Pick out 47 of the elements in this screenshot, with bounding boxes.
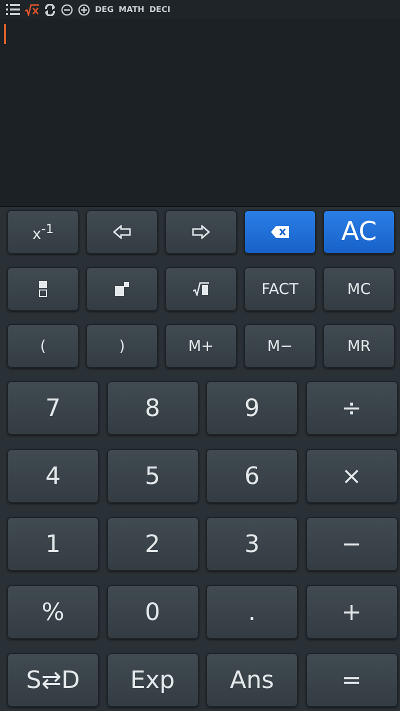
icon-key[interactable] bbox=[165, 267, 237, 311]
key-button[interactable]: ( bbox=[7, 324, 79, 368]
key-button[interactable]: × bbox=[306, 449, 398, 503]
icon-key[interactable] bbox=[244, 210, 316, 254]
key-button[interactable]: 7 bbox=[7, 381, 99, 435]
mode-label: DEG bbox=[95, 5, 114, 14]
square-root-icon bbox=[193, 282, 209, 296]
refresh-icon[interactable] bbox=[44, 4, 56, 16]
key-button[interactable]: MC bbox=[323, 267, 395, 311]
key-button[interactable]: x$^{-1}$ bbox=[7, 210, 79, 254]
plus-circle-icon[interactable] bbox=[78, 4, 90, 16]
key-button[interactable]: FACT bbox=[244, 267, 316, 311]
key-button[interactable]: 8 bbox=[106, 381, 198, 435]
key-button[interactable]: 9 bbox=[206, 381, 298, 435]
right-arrow-icon bbox=[192, 225, 210, 239]
key-button[interactable]: + bbox=[306, 585, 398, 639]
key-button[interactable]: % bbox=[7, 585, 99, 639]
left-arrow-icon bbox=[113, 225, 131, 239]
key-button[interactable]: ) bbox=[86, 324, 158, 368]
key-button[interactable]: M− bbox=[244, 324, 316, 368]
key-button[interactable]: M+ bbox=[165, 324, 237, 368]
square-icon bbox=[115, 282, 129, 296]
mode-label: DECI bbox=[149, 5, 170, 14]
minus-circle-icon[interactable] bbox=[61, 4, 73, 16]
key-button[interactable]: = bbox=[306, 653, 398, 707]
key-button[interactable]: AC bbox=[323, 210, 395, 254]
key-button[interactable]: MR bbox=[323, 324, 395, 368]
menu-icon[interactable] bbox=[6, 4, 20, 15]
key-button[interactable]: 2 bbox=[106, 517, 198, 571]
mode-label: MATH bbox=[118, 5, 144, 14]
key-button[interactable]: S⇄D bbox=[7, 653, 99, 707]
icon-key[interactable] bbox=[7, 267, 79, 311]
function-icon[interactable] bbox=[25, 4, 39, 16]
fraction-icon bbox=[39, 281, 47, 297]
key-button[interactable]: 6 bbox=[206, 449, 298, 503]
key-button[interactable]: ÷ bbox=[306, 381, 398, 435]
key-button[interactable]: 4 bbox=[7, 449, 99, 503]
key-button[interactable]: 3 bbox=[206, 517, 298, 571]
key-button[interactable]: . bbox=[206, 585, 298, 639]
key-button[interactable]: Ans bbox=[206, 653, 298, 707]
icon-key[interactable] bbox=[86, 267, 158, 311]
key-button[interactable]: 5 bbox=[106, 449, 198, 503]
key-button[interactable]: 1 bbox=[7, 517, 99, 571]
key-button[interactable]: Exp bbox=[106, 653, 198, 707]
backspace-icon bbox=[271, 226, 289, 238]
key-button[interactable]: − bbox=[306, 517, 398, 571]
key-button[interactable]: 0 bbox=[106, 585, 198, 639]
